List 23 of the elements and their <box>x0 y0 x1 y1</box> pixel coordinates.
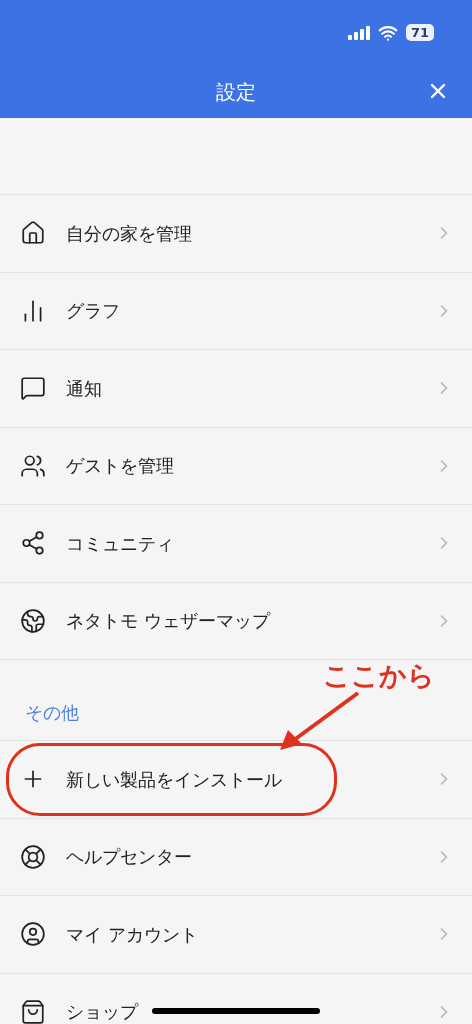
speech-bubble-icon <box>20 375 46 402</box>
network-icon <box>20 530 46 557</box>
shopping-bag-icon <box>20 998 46 1024</box>
row-label: 通知 <box>66 376 102 401</box>
row-label: ショップ <box>66 1000 138 1024</box>
row-label: 自分の家を管理 <box>66 221 192 246</box>
row-label: ゲストを管理 <box>66 454 174 479</box>
signal-icon <box>347 25 370 40</box>
battery-indicator: 71 <box>405 24 434 41</box>
lifebuoy-icon <box>20 843 46 870</box>
house-icon <box>20 220 46 247</box>
globe-icon <box>20 607 46 634</box>
section-title: その他 <box>25 701 79 725</box>
row-label: ヘルプセンター <box>66 845 192 870</box>
row-label: マイ アカウント <box>66 922 198 947</box>
row-label: グラフ <box>66 299 120 324</box>
user-circle-icon <box>20 921 46 948</box>
people-icon <box>20 452 46 479</box>
header-title: 設定 <box>216 78 256 106</box>
annotation-text: ここから <box>323 659 435 693</box>
row-label: ネタトモ ウェザーマップ <box>66 609 270 634</box>
row-label: コミュニティ <box>66 531 174 556</box>
row-label: 新しい製品をインストール <box>66 767 282 792</box>
